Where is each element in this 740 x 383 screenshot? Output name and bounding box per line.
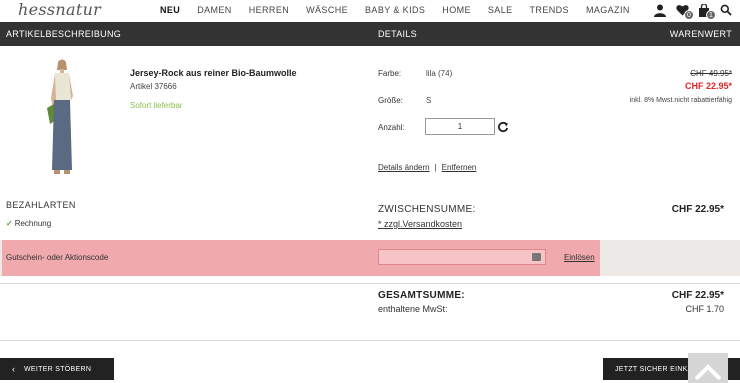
nav-item-magazin[interactable]: MAGAZIN: [586, 5, 630, 15]
color-value: lila (74): [426, 69, 453, 78]
size-value: S: [426, 96, 432, 105]
vat-note: inkl. 8% Mwst.nicht rabattierfähig: [629, 97, 732, 104]
size-label: Größe:: [378, 96, 403, 105]
total-label: GESAMTSUMME:: [378, 290, 465, 301]
product-title[interactable]: Jersey-Rock aus reiner Bio-Baumwolle: [130, 68, 297, 78]
color-label: Farbe:: [378, 69, 402, 78]
voucher-label: Gutschein- oder Aktionscode: [6, 253, 109, 262]
chevron-left-icon: ‹: [12, 364, 16, 374]
subtotal-value: CHF 22.95*: [671, 204, 724, 215]
nav-item-sale[interactable]: SALE: [488, 5, 513, 15]
availability-status: Sofort lieferbar: [130, 101, 183, 110]
header-merchandise-value: WARENWERT: [669, 29, 732, 39]
nav-item-waesche[interactable]: WÄSCHE: [306, 5, 348, 15]
sale-price: CHF 22.95*: [684, 81, 732, 91]
chevron-up-icon: [694, 364, 722, 381]
continue-shopping-label: WEITER STÖBERN: [24, 365, 92, 373]
summary-divider: [0, 283, 740, 284]
checkmark-icon: ✓: [6, 219, 13, 228]
brand-logo[interactable]: hessnatur: [18, 0, 101, 19]
refresh-icon[interactable]: [497, 120, 509, 133]
footer-divider: [0, 340, 740, 341]
nav-item-baby-kids[interactable]: BABY & KIDS: [365, 5, 425, 15]
vat-included-value: CHF 1.70: [685, 304, 724, 314]
nav-item-home[interactable]: HOME: [442, 5, 471, 15]
original-price: CHF 49.95*: [690, 69, 732, 78]
item-actions: Details ändern | Entfernen: [378, 163, 476, 172]
edit-details-link[interactable]: Details ändern: [378, 163, 430, 172]
link-separator: |: [434, 163, 437, 172]
search-icon[interactable]: [718, 2, 734, 18]
wishlist-count-badge: 0: [684, 10, 694, 20]
user-icon[interactable]: [652, 2, 668, 18]
scroll-to-top-button[interactable]: [688, 353, 728, 383]
nav-item-herren[interactable]: HERREN: [249, 5, 289, 15]
input-card-icon: [532, 253, 541, 261]
payment-method-invoice: ✓ Rechnung: [6, 219, 51, 228]
product-image[interactable]: [42, 58, 82, 178]
header-article-description: ARTIKELBESCHREIBUNG: [6, 29, 122, 39]
header-icons: 0 1: [652, 2, 734, 20]
cart-table-header: ARTIKELBESCHREIBUNG DETAILS WARENWERT: [0, 22, 740, 46]
payment-methods-title: BEZAHLARTEN: [6, 200, 76, 210]
redeem-voucher-link[interactable]: Einlösen: [564, 253, 595, 262]
nav-item-neu[interactable]: NEU: [160, 5, 180, 15]
payment-method-label: Rechnung: [14, 219, 52, 228]
quantity-input[interactable]: 1: [425, 118, 495, 135]
shipping-costs-link[interactable]: * zzgl.Versandkosten: [378, 219, 462, 229]
vat-included-label: enthaltene MwSt:: [378, 304, 448, 314]
cart-count-badge: 1: [706, 10, 716, 20]
main-menu: NEU DAMEN HERREN WÄSCHE BABY & KIDS HOME…: [160, 5, 647, 15]
nav-item-trends[interactable]: TRENDS: [530, 5, 569, 15]
remove-item-link[interactable]: Entfernen: [442, 163, 477, 172]
quantity-label: Anzahl:: [378, 123, 405, 132]
shopping-bag-icon[interactable]: 1: [696, 2, 716, 20]
total-value: CHF 22.95*: [671, 290, 724, 301]
product-article-number: Artikel 37666: [130, 82, 177, 91]
voucher-code-input[interactable]: [378, 249, 546, 265]
continue-shopping-button[interactable]: ‹ WEITER STÖBERN: [0, 358, 114, 380]
header-details: DETAILS: [378, 29, 417, 39]
wishlist-heart-icon[interactable]: 0: [674, 2, 694, 20]
subtotal-label: ZWISCHENSUMME:: [378, 204, 476, 215]
top-navigation: hessnatur NEU DAMEN HERREN WÄSCHE BABY &…: [0, 0, 740, 22]
nav-item-damen[interactable]: DAMEN: [197, 5, 232, 15]
